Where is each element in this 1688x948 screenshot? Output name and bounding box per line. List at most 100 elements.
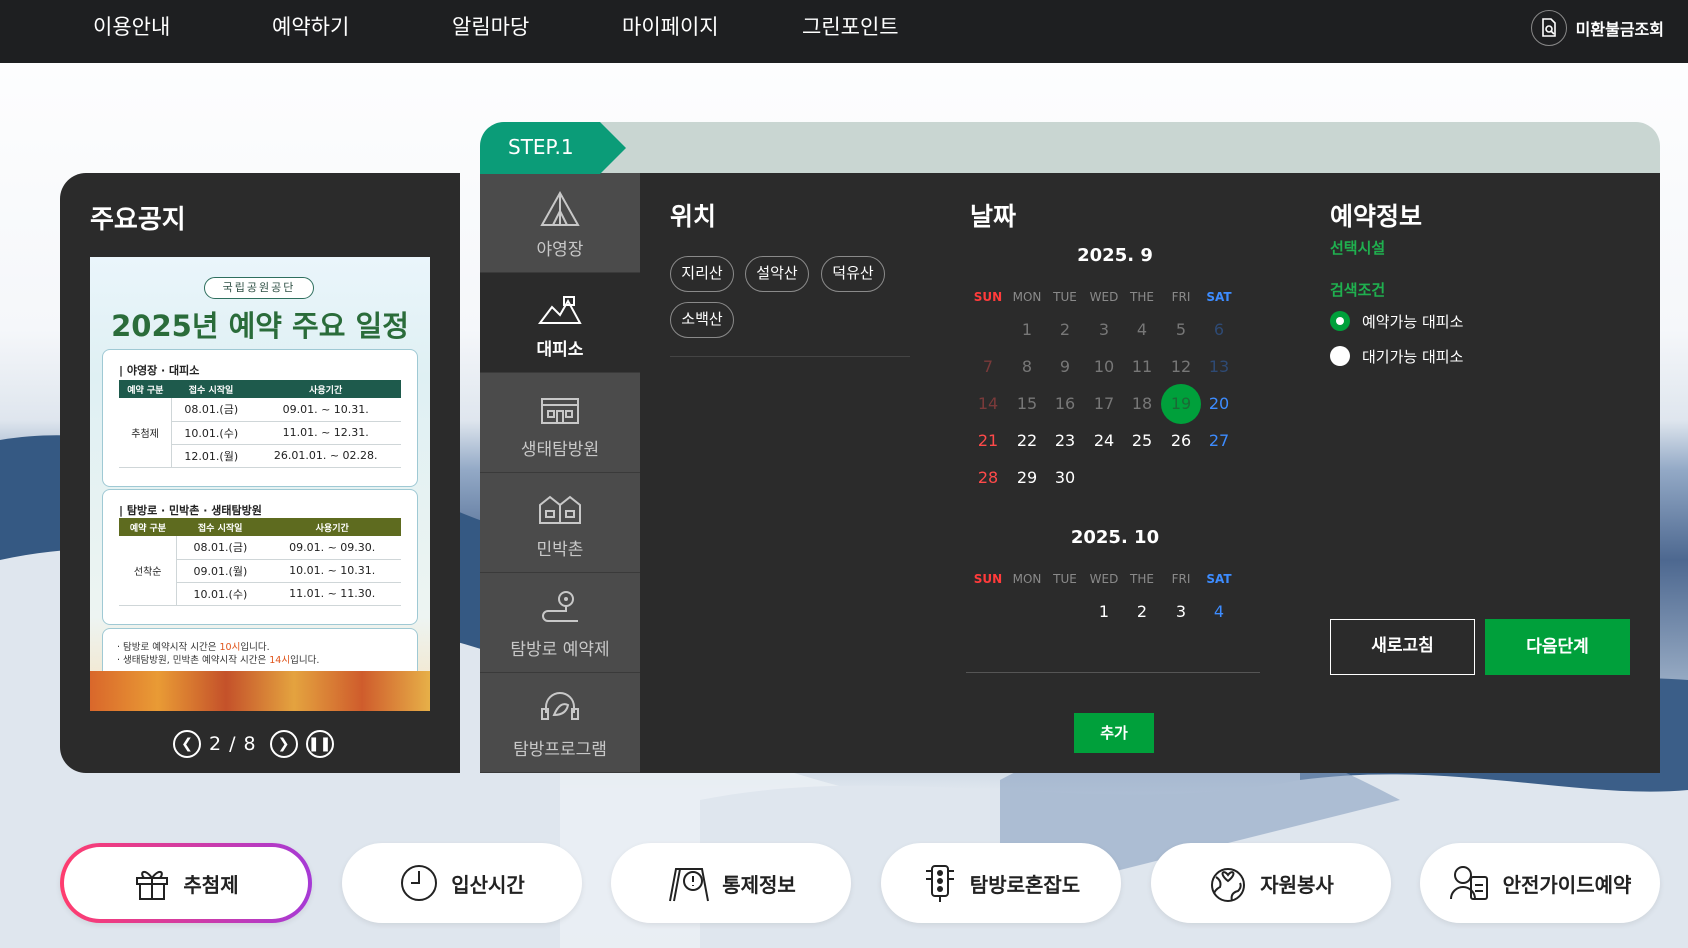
location-chip-jirisan[interactable]: 지리산 (670, 256, 734, 292)
poster-org-badge: 국립공원공단 (204, 277, 314, 299)
table-header: 접수 시작일 (188, 385, 234, 396)
calendar-day[interactable]: 8 (1006, 347, 1048, 387)
quick-lottery-button[interactable]: 추첨제 (60, 843, 312, 923)
nav-mypage[interactable]: 마이페이지 (622, 0, 719, 57)
nav-guide[interactable]: 이용안내 (93, 0, 170, 57)
option-label: 예약가능 대피소 (1362, 312, 1464, 331)
calendar-day[interactable]: 30 (1044, 458, 1086, 498)
poster-section-camping: | 야영장 · 대피소 예약 구분 접수 시작일 사용기간 추첨제 08.01.(… (102, 349, 418, 487)
next-icon[interactable]: ❯ (269, 730, 298, 758)
calendar-day[interactable]: 1 (1083, 592, 1125, 632)
calendar-day[interactable]: 4 (1198, 592, 1240, 632)
location-chip-sobaeksan[interactable]: 소백산 (670, 302, 734, 338)
calendar-day[interactable]: 9 (1044, 347, 1086, 387)
quick-safety-guide-button[interactable]: 안전가이드예약 (1420, 843, 1660, 923)
guide-person-icon (1449, 866, 1488, 900)
step-indicator: STEP.1 (480, 122, 626, 174)
calendar-day[interactable]: 28 (967, 458, 1009, 498)
category-shelter[interactable]: 대피소 (480, 273, 640, 373)
calendar-day[interactable]: 2 (1044, 310, 1086, 350)
calendar-day[interactable]: 15 (1006, 384, 1048, 424)
calendar-day[interactable]: 6 (1198, 310, 1240, 350)
calendar-day[interactable]: 26 (1160, 421, 1202, 461)
calendar-day[interactable]: 16 (1044, 384, 1086, 424)
nav-reservation[interactable]: 예약하기 (272, 0, 349, 57)
table-group-cell: 선착순 (119, 536, 178, 606)
weekday-label: WED (1089, 290, 1119, 304)
month-title: 2025. 9 (1077, 245, 1153, 266)
quick-control-info-button[interactable]: 통제정보 (611, 843, 851, 923)
refund-lookup-label: 미환불금조회 (1575, 20, 1664, 39)
calendar-day[interactable]: 11 (1121, 347, 1163, 387)
table-header: 접수 시작일 (197, 523, 243, 534)
calendar-day[interactable]: 22 (1006, 421, 1048, 461)
next-step-button[interactable]: 다음단계 (1485, 619, 1630, 675)
notice-poster[interactable]: 국립공원공단 2025년 예약 주요 일정 | 야영장 · 대피소 예약 구분 … (90, 257, 430, 711)
calendar-day[interactable]: 25 (1121, 421, 1163, 461)
nav-notice[interactable]: 알림마당 (452, 0, 529, 57)
pager-separator: / (229, 733, 236, 755)
calendar-day[interactable]: 13 (1198, 347, 1240, 387)
option-waitlist[interactable]: 대기가능 대피소 (1330, 345, 1463, 367)
weekday-label: THE (1130, 572, 1154, 586)
calendar-day[interactable]: 4 (1121, 310, 1163, 350)
category-minbak[interactable]: 민박촌 (480, 473, 640, 573)
calendar-day[interactable]: 10 (1083, 347, 1125, 387)
calendar-day[interactable]: 23 (1044, 421, 1086, 461)
calendar-day[interactable]: 20 (1198, 384, 1240, 424)
calendar-day[interactable]: 14 (967, 384, 1009, 424)
calendar-day[interactable]: 17 (1083, 384, 1125, 424)
add-button[interactable]: 추가 (1074, 713, 1154, 753)
date-column: 날짜 2025. 9 SUN MON TUE WED THE FRI SAT 1 2 3 4 5 6 7 8 9… (940, 173, 1290, 773)
schedule-table-1: 예약 구분 접수 시작일 사용기간 추첨제 08.01.(금) 09.01. ~ 1… (119, 380, 401, 468)
quick-label: 탐방로혼잡도 (969, 872, 1081, 897)
radio-unchecked-icon[interactable] (1330, 346, 1350, 366)
weekday-label: FRI (1171, 572, 1191, 586)
category-camping[interactable]: 야영장 (480, 173, 640, 273)
refresh-button[interactable]: 새로고침 (1330, 619, 1475, 675)
prev-icon[interactable]: ❮ (173, 730, 201, 758)
calendar-day[interactable]: 2 (1121, 592, 1163, 632)
table-header: 사용기간 (315, 523, 349, 534)
calendar-day[interactable]: 1 (1006, 310, 1048, 350)
calendar-day[interactable]: 29 (1006, 458, 1048, 498)
quick-hiking-hours-button[interactable]: 입산시간 (342, 843, 582, 923)
calendar-day[interactable]: 18 (1121, 384, 1163, 424)
location-chip-seoraksan[interactable]: 설악산 (745, 256, 809, 292)
calendar-day[interactable]: 3 (1083, 310, 1125, 350)
category-eco-center[interactable]: 생태탐방원 (480, 373, 640, 473)
notice-pager: ❮ 2 / 8 ❯ ❚❚ (173, 729, 334, 759)
step-label: STEP.1 (508, 135, 574, 159)
weekday-label: WED (1089, 572, 1119, 586)
category-trail[interactable]: 탐방로 예약제 (480, 573, 640, 673)
pause-icon[interactable]: ❚❚ (305, 730, 334, 758)
category-label: 대피소 (536, 340, 584, 360)
quick-trail-congestion-button[interactable]: 탐방로혼잡도 (881, 843, 1121, 923)
radio-checked-icon[interactable] (1330, 311, 1350, 331)
calendar-day[interactable]: 27 (1198, 421, 1240, 461)
calendar-day[interactable]: 3 (1160, 592, 1202, 632)
section-heading: | 야영장 · 대피소 (119, 364, 200, 377)
calendar-day[interactable]: 12 (1160, 347, 1202, 387)
mountain-shelter-icon (538, 296, 582, 324)
table-header: 예약 구분 (127, 385, 164, 396)
calendar-day[interactable]: 24 (1083, 421, 1125, 461)
calendar-day[interactable]: 19 (1160, 384, 1202, 424)
location-chip-deogyusan[interactable]: 덕유산 (821, 256, 885, 292)
notice-title: 주요공지 (90, 205, 186, 235)
option-available[interactable]: 예약가능 대피소 (1330, 310, 1463, 332)
quick-volunteer-button[interactable]: 자원봉사 (1151, 843, 1391, 923)
nav-greenpoint[interactable]: 그린포인트 (802, 0, 899, 57)
refund-lookup-link[interactable]: 미환불금조회 (1530, 10, 1664, 46)
location-title: 위치 (670, 202, 717, 231)
table-group-cell: 추첨제 (119, 398, 173, 468)
info-title: 예약정보 (1330, 202, 1423, 231)
weekday-label: SUN (973, 290, 1003, 304)
document-search-icon (1530, 10, 1567, 46)
calendar-day[interactable]: 21 (967, 421, 1009, 461)
globe-heart-icon (1211, 868, 1246, 902)
calendar-day[interactable]: 7 (967, 347, 1009, 387)
weekday-label: TUE (1053, 290, 1077, 304)
calendar-day[interactable]: 5 (1160, 310, 1202, 350)
category-program[interactable]: 탐방프로그램 (480, 673, 640, 773)
